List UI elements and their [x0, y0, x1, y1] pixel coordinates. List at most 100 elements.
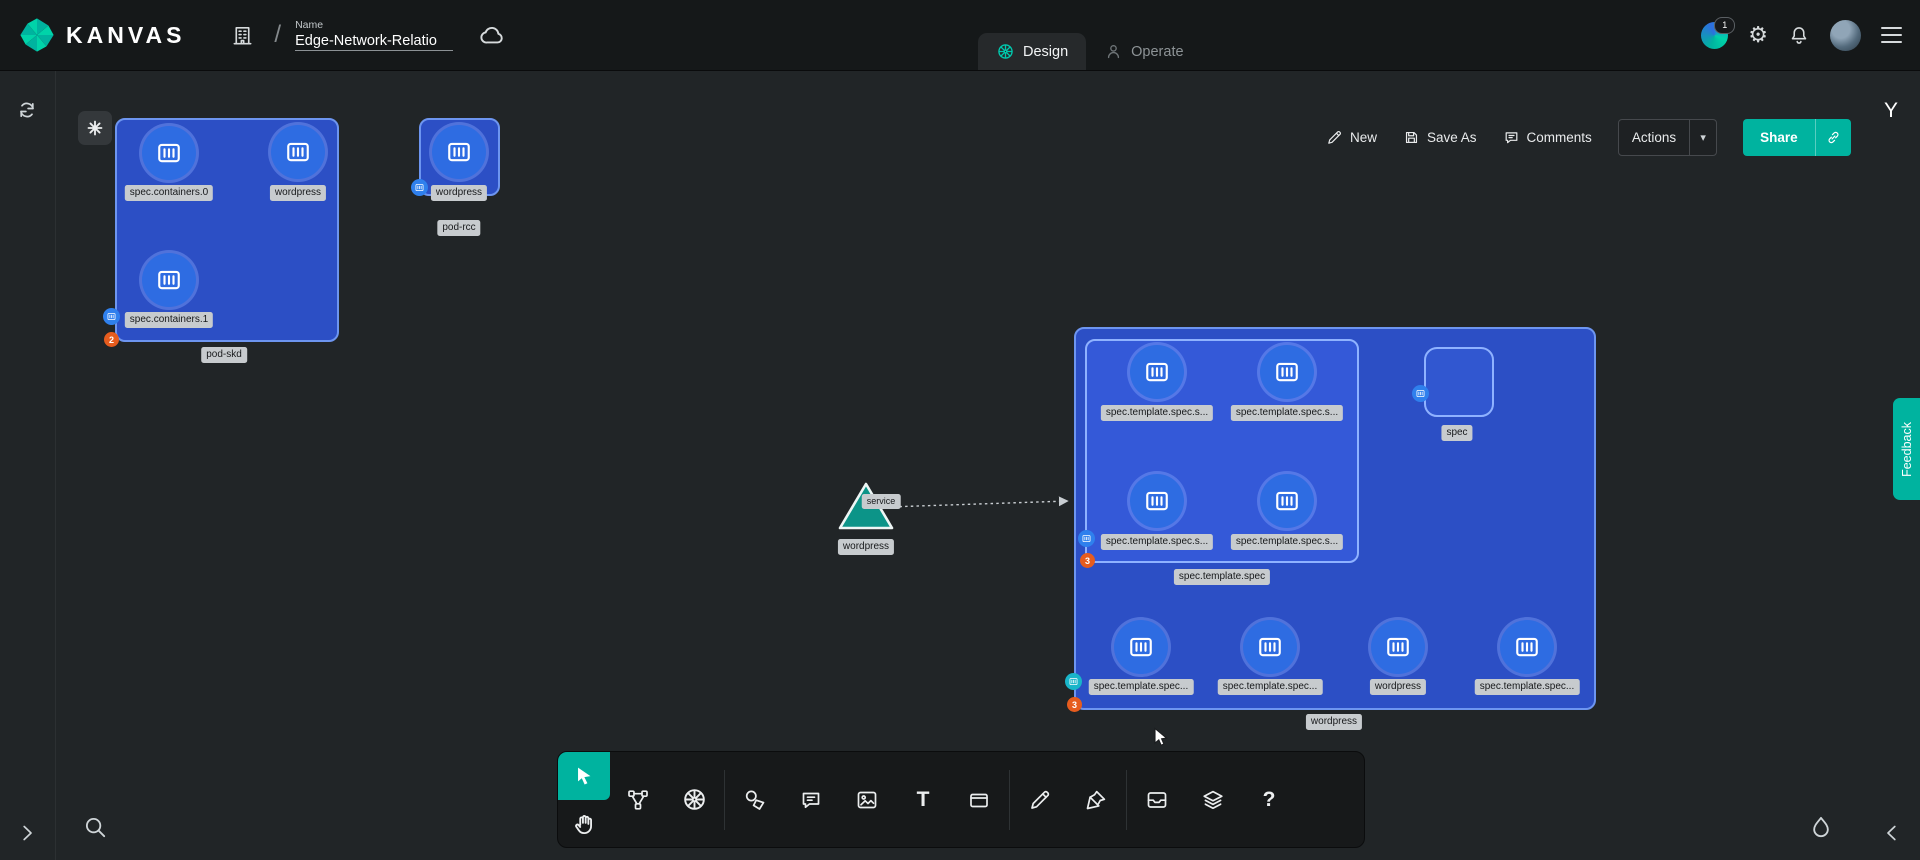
user-avatar[interactable]	[1830, 20, 1861, 51]
save-icon	[1403, 129, 1420, 146]
kubernetes-icon	[681, 786, 708, 813]
node-spec-containers-1[interactable]	[142, 253, 196, 307]
design-helm-icon	[996, 42, 1015, 61]
layers-tool[interactable]	[1185, 777, 1241, 823]
cloud-sync-icon[interactable]	[479, 22, 506, 49]
left-rail	[0, 71, 56, 860]
relationship-tool[interactable]	[610, 777, 666, 823]
tab-operate[interactable]: Operate	[1086, 33, 1201, 70]
drawer-icon	[1145, 788, 1169, 812]
group-label: spec.template.spec	[1174, 569, 1270, 585]
flow-icon	[626, 788, 650, 812]
node-wordpress[interactable]	[432, 125, 486, 179]
mouse-cursor	[1150, 726, 1174, 750]
node-spec-containers-0[interactable]	[142, 126, 196, 180]
node-template-container[interactable]	[1243, 620, 1297, 674]
actions-button[interactable]: Actions ▾	[1618, 119, 1717, 156]
pen-tool[interactable]	[1068, 777, 1124, 823]
node-template-container[interactable]	[1260, 345, 1314, 399]
k8s-badge-icon[interactable]	[411, 179, 428, 196]
zoom-search-icon[interactable]	[82, 814, 108, 840]
operate-person-icon	[1104, 42, 1123, 61]
container-icon	[414, 182, 425, 193]
node-label: spec.containers.0	[125, 185, 213, 201]
import-drawer-tool[interactable]	[1129, 777, 1185, 823]
bottom-toolbar: T ?	[557, 751, 1365, 848]
app-header: KANVAS / Name Design Operate 1 ⚙	[0, 0, 1920, 71]
feedback-tab[interactable]: Feedback	[1893, 398, 1920, 500]
comment-icon	[1503, 129, 1520, 146]
select-tool[interactable]	[558, 752, 610, 800]
pan-tool[interactable]	[565, 805, 605, 845]
container-icon	[1415, 388, 1426, 399]
shapes-tool[interactable]	[727, 777, 783, 823]
node-label: spec.template.spec.s...	[1231, 534, 1343, 550]
container-icon	[1142, 486, 1172, 516]
issue-count-badge[interactable]: 3	[1067, 697, 1082, 712]
hamburger-menu-icon[interactable]	[1881, 27, 1902, 43]
mode-tabs: Design Operate	[978, 33, 1202, 70]
pencil-tool[interactable]	[1012, 777, 1068, 823]
node-wordpress[interactable]	[1371, 620, 1425, 674]
group-label: pod-skd	[201, 347, 247, 363]
help-tool[interactable]: ?	[1241, 777, 1297, 823]
dock-tools: T ?	[610, 752, 1297, 847]
tab-operate-label: Operate	[1131, 44, 1183, 60]
container-icon	[444, 137, 474, 167]
organization-icon[interactable]	[231, 24, 254, 47]
share-button[interactable]: Share	[1743, 119, 1851, 156]
node-label: spec	[1441, 425, 1472, 441]
divider	[724, 770, 725, 830]
link-icon[interactable]	[1825, 129, 1842, 146]
extensions-icon[interactable]: 1	[1701, 22, 1728, 49]
divider	[1009, 770, 1010, 830]
section-tool[interactable]	[951, 777, 1007, 823]
issue-count-badge[interactable]: 3	[1080, 553, 1095, 568]
container-icon	[1068, 676, 1079, 687]
container-icon	[106, 311, 117, 322]
dock-anchor-icon[interactable]	[78, 111, 112, 145]
ink-drop-icon[interactable]	[1808, 814, 1834, 840]
text-tool[interactable]: T	[895, 777, 951, 823]
kubernetes-components-tool[interactable]	[666, 777, 722, 823]
media-tool[interactable]	[839, 777, 895, 823]
collapse-right-panel-icon[interactable]	[1880, 821, 1904, 845]
comment-tool[interactable]	[783, 777, 839, 823]
node-template-container[interactable]	[1130, 345, 1184, 399]
group-label: pod-rcc	[437, 220, 480, 236]
save-as-button[interactable]: Save As	[1403, 129, 1477, 146]
header-actions: 1 ⚙	[1701, 20, 1902, 51]
issue-count-badge[interactable]: 2	[104, 332, 119, 347]
k8s-badge-icon[interactable]	[1065, 673, 1082, 690]
node-template-container[interactable]	[1130, 474, 1184, 528]
settings-gear-icon[interactable]: ⚙	[1748, 24, 1768, 46]
node-label: wordpress	[270, 185, 326, 201]
tab-design[interactable]: Design	[978, 33, 1086, 70]
node-wordpress[interactable]	[271, 125, 325, 179]
k8s-badge-icon[interactable]	[1412, 385, 1429, 402]
caret-down-icon[interactable]: ▾	[1690, 131, 1716, 144]
comments-button[interactable]: Comments	[1503, 129, 1592, 146]
node-template-container[interactable]	[1260, 474, 1314, 528]
node-label: spec.template.spec...	[1089, 679, 1194, 695]
group-spec-template-spec[interactable]	[1085, 339, 1359, 563]
notification-count-badge: 1	[1714, 17, 1735, 34]
node-spec[interactable]	[1424, 347, 1494, 417]
container-icon	[283, 137, 313, 167]
notifications-bell-icon[interactable]	[1788, 24, 1810, 46]
pencil-icon	[1028, 788, 1052, 812]
edge-service-to-wordpress[interactable]	[884, 492, 1080, 514]
save-as-label: Save As	[1427, 130, 1477, 145]
design-name-input[interactable]	[295, 32, 453, 51]
node-label: wordpress	[838, 539, 894, 555]
node-label: wordpress	[431, 185, 487, 201]
node-template-container[interactable]	[1114, 620, 1168, 674]
node-template-container[interactable]	[1500, 620, 1554, 674]
new-button[interactable]: New	[1326, 129, 1377, 146]
kanvas-logo-icon[interactable]	[18, 16, 56, 54]
design-name-block: Name	[295, 19, 453, 51]
k8s-badge-icon[interactable]	[1078, 530, 1095, 547]
k8s-badge-icon[interactable]	[103, 308, 120, 325]
image-icon	[855, 788, 879, 812]
divider	[1126, 770, 1127, 830]
